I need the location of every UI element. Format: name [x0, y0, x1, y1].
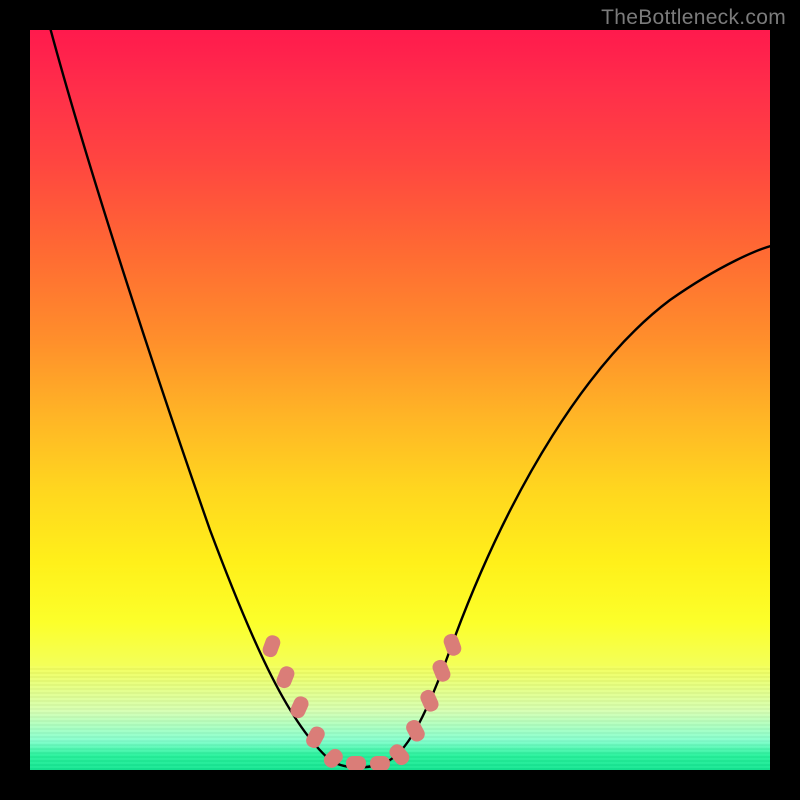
marker-dot [261, 633, 283, 659]
marker-dot [346, 756, 366, 770]
chart-frame: TheBottleneck.com [0, 0, 800, 800]
marker-dot [430, 658, 452, 684]
marker-dot [404, 718, 428, 744]
marker-dot [418, 688, 441, 714]
watermark-label: TheBottleneck.com [601, 6, 786, 30]
marker-dot [387, 741, 413, 767]
curve-svg [30, 30, 770, 770]
marker-dot [288, 694, 311, 720]
marker-dot [304, 724, 328, 750]
bottleneck-curve [48, 30, 770, 768]
marker-dots-group [261, 632, 464, 770]
marker-dot [370, 756, 390, 770]
marker-dot [442, 632, 464, 658]
plot-area [30, 30, 770, 770]
